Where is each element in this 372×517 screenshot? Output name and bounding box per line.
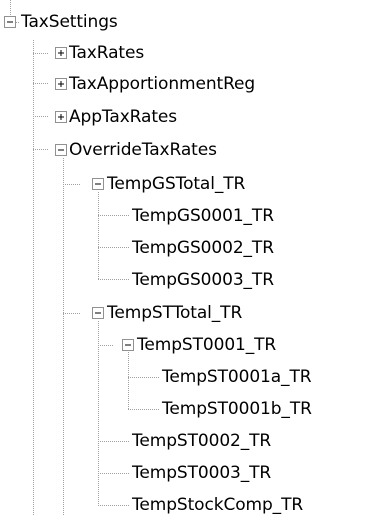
tree-node-label: AppTaxRates	[69, 107, 177, 127]
tree-node-label: TempGS0001_TR	[132, 206, 274, 226]
tree-node-label: TempGS0003_TR	[132, 270, 274, 290]
tree-node-tempst0001b-tr[interactable]: TempST0001b_TR	[161, 397, 313, 421]
tree-node-taxapportionmentreg[interactable]: TaxApportionmentReg	[68, 72, 256, 96]
tree-node-tempsttotal-tr[interactable]: TempSTTotal_TR	[106, 301, 243, 325]
tree-node-overridetaxrates[interactable]: OverrideTaxRates	[68, 138, 218, 162]
tree-node-label: TempGS0002_TR	[132, 238, 274, 258]
tree-node-label: TempST0001b_TR	[162, 399, 312, 419]
tree-node-label: TempGSTotal_TR	[107, 174, 246, 194]
tree-node-tempstockcomp-tr[interactable]: TempStockComp_TR	[131, 493, 304, 517]
collapse-icon[interactable]	[92, 178, 104, 190]
collapse-icon[interactable]	[122, 339, 134, 351]
tree-node-label: TaxApportionmentReg	[69, 74, 256, 94]
tree-node-label: OverrideTaxRates	[69, 140, 217, 160]
tree-node-label: TempST0001_TR	[137, 335, 277, 355]
tree-node-apptaxrates[interactable]: AppTaxRates	[68, 105, 178, 129]
tree-node-taxrates[interactable]: TaxRates	[68, 41, 145, 65]
tree-node-label: TempSTTotal_TR	[107, 303, 243, 323]
tree-node-label: TaxSettings	[21, 12, 118, 32]
tree-node-tempst0001-tr[interactable]: TempST0001_TR	[136, 333, 277, 357]
tree-node-label: TempST0001a_TR	[162, 367, 312, 387]
collapse-icon[interactable]	[92, 307, 104, 319]
tree-node-label: TempST0002_TR	[132, 431, 272, 451]
tree-node-tempst0001a-tr[interactable]: TempST0001a_TR	[161, 365, 312, 389]
tree-node-tempst0003-tr[interactable]: TempST0003_TR	[131, 461, 272, 485]
tree-node-tempgstotal-tr[interactable]: TempGSTotal_TR	[106, 172, 246, 196]
tree-node-label: TempST0003_TR	[132, 463, 272, 483]
collapse-icon[interactable]	[55, 144, 67, 156]
tree-view: TaxSettings TaxRates TaxApportionmentReg…	[0, 0, 372, 515]
tree-node-tempgs0002-tr[interactable]: TempGS0002_TR	[131, 236, 275, 260]
expand-icon[interactable]	[55, 111, 67, 123]
collapse-icon[interactable]	[4, 16, 16, 28]
expand-icon[interactable]	[55, 47, 67, 59]
tree-node-label: TempStockComp_TR	[132, 495, 304, 515]
tree-node-tempst0002-tr[interactable]: TempST0002_TR	[131, 429, 272, 453]
tree-node-tempgs0003-tr[interactable]: TempGS0003_TR	[131, 268, 275, 292]
tree-node-taxsettings[interactable]: TaxSettings	[20, 10, 119, 34]
expand-icon[interactable]	[55, 78, 67, 90]
tree-node-tempgs0001-tr[interactable]: TempGS0001_TR	[131, 204, 275, 228]
tree-node-label: TaxRates	[69, 43, 145, 63]
